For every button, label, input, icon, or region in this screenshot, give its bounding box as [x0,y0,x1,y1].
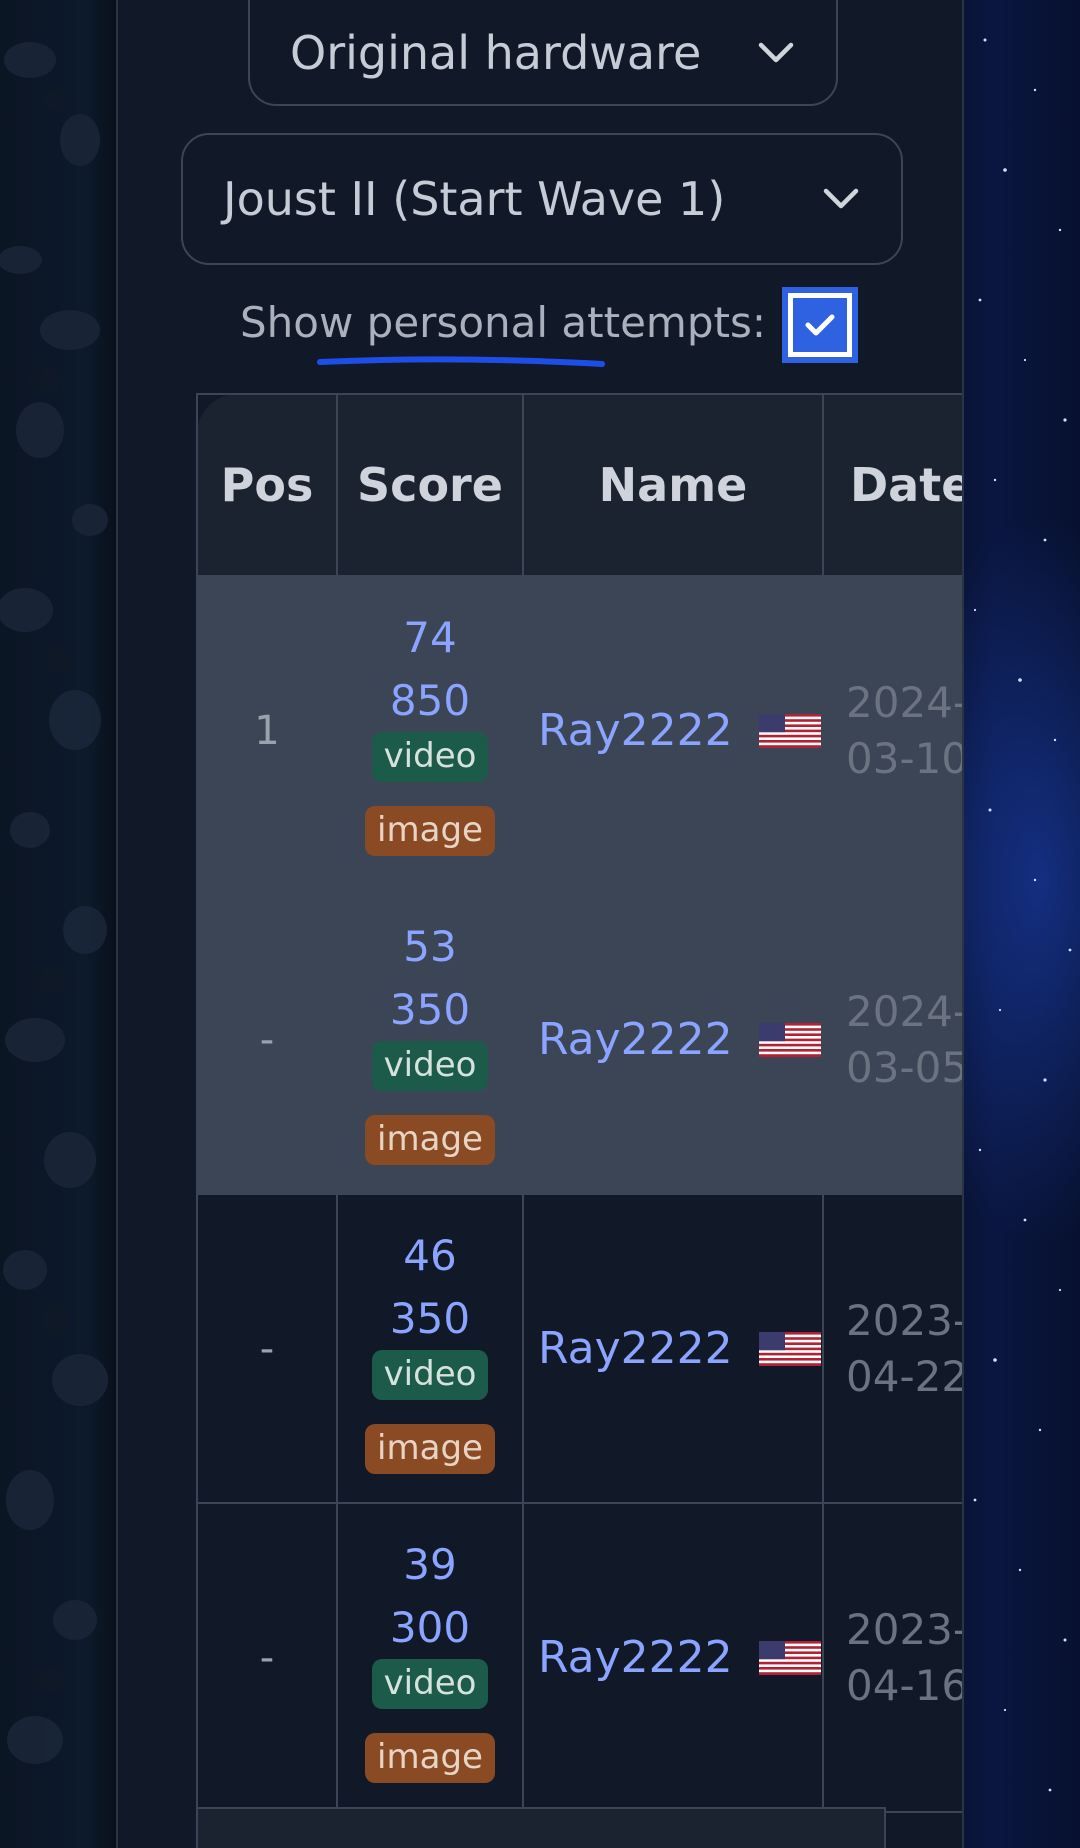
underline-annotation [317,356,605,367]
video-badge[interactable]: video [371,1658,489,1709]
video-badge[interactable]: video [371,731,489,782]
game-select[interactable]: Joust II (Start Wave 1) [181,133,903,265]
table-row: - 53 350 video image Ray2222 2024- 03-05 [196,884,962,1195]
us-flag-icon [758,713,821,748]
date-cell: 2024- 03-05 [822,884,962,1195]
player-name-link[interactable]: Ray2222 [538,1323,733,1374]
date-cell: 2024- 03-10 [822,575,962,886]
us-flag-icon [758,1640,821,1675]
header-pos[interactable]: Pos [196,393,338,577]
personal-attempts-label: Show personal attempts: [240,297,766,347]
rock-texture-decoration [0,42,108,1764]
table-row: - 39 300 video image Ray2222 2023- 04-16 [196,1502,962,1813]
header-name[interactable]: Name [522,393,824,577]
table-row: - 46 350 video image Ray2222 2023- 04-22 [196,1193,962,1504]
hardware-select[interactable]: Original hardware [248,0,838,106]
date-cell: 2023- 04-22 [822,1193,962,1504]
starfield-decoration [973,38,1072,1792]
hardware-select-value: Original hardware [290,26,702,80]
header-score[interactable]: Score [336,393,524,577]
date-cell: 2023- 04-16 [822,1502,962,1813]
check-icon [805,314,835,336]
table-header-row: Pos Score Name Date [196,393,962,577]
score-link[interactable]: 39 300 [338,1533,522,1659]
pos-cell: 1 [254,707,280,754]
score-link[interactable]: 74 850 [338,606,522,732]
player-name-link[interactable]: Ray2222 [538,1014,733,1065]
chevron-down-icon [756,33,796,73]
player-name-link[interactable]: Ray2222 [538,1632,733,1683]
table-row: 1 74 850 video image Ray2222 2024- 03-10 [196,575,962,886]
header-date[interactable]: Date [822,393,962,577]
pos-cell: - [259,1325,275,1372]
pos-cell: - [259,1634,275,1681]
us-flag-icon [758,1022,821,1057]
us-flag-icon [758,1331,821,1366]
leaderboard-table: Pos Score Name Date 1 74850 video image [196,393,962,1848]
video-badge[interactable]: video [371,1349,489,1400]
pos-cell: - [259,1016,275,1063]
score-link[interactable]: 46 350 [338,1224,522,1350]
personal-attempts-checkbox[interactable] [782,287,858,363]
video-badge[interactable]: video [371,1040,489,1091]
image-badge[interactable]: image [365,1423,495,1474]
score-link[interactable]: 53 350 [338,915,522,1041]
leaderboard-panel: Original hardware Joust II (Start Wave 1… [116,0,964,1848]
image-badge[interactable]: image [365,1732,495,1783]
player-name-link[interactable]: Ray2222 [538,705,733,756]
personal-attempts-row: Show personal attempts: [240,292,766,352]
table-scrollbar[interactable] [196,1807,886,1848]
game-select-value: Joust II (Start Wave 1) [223,172,726,226]
image-badge[interactable]: image [365,1114,495,1165]
chevron-down-icon [821,179,861,219]
image-badge[interactable]: image [365,805,495,856]
